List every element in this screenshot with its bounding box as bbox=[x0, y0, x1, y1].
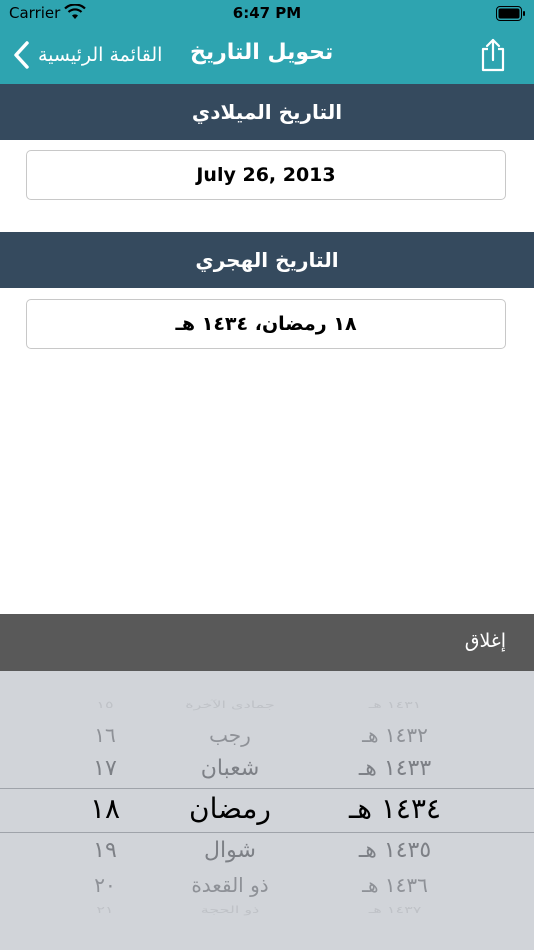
back-button[interactable]: القائمة الرئيسية bbox=[12, 38, 162, 72]
month-option[interactable]: شعبان bbox=[140, 756, 320, 781]
day-option[interactable]: ١٧ bbox=[60, 756, 150, 781]
navigation-bar: القائمة الرئيسية تحويل التاريخ bbox=[0, 28, 534, 84]
status-bar: Carrier 6:47 PM bbox=[0, 0, 534, 28]
year-option-selected[interactable]: ١٤٣٤ هـ bbox=[330, 792, 460, 825]
month-option-selected[interactable]: رمضان bbox=[140, 792, 320, 825]
month-option[interactable]: جمادى الآخرة bbox=[140, 699, 320, 710]
year-option[interactable]: ١٤٣٧ هـ bbox=[330, 904, 460, 915]
year-option[interactable]: ١٤٣٢ هـ bbox=[330, 723, 460, 747]
page-title: تحويل التاريخ bbox=[190, 40, 334, 65]
hijri-section-header: التاريخ الهجري bbox=[0, 232, 534, 288]
back-button-label: القائمة الرئيسية bbox=[38, 44, 163, 66]
gregorian-date-field[interactable]: July 26, 2013 bbox=[26, 150, 506, 200]
month-option[interactable]: ذو الحجة bbox=[140, 904, 320, 915]
day-option[interactable]: ١٥ bbox=[60, 699, 150, 710]
year-option[interactable]: ١٤٣٥ هـ bbox=[330, 838, 460, 863]
year-wheel[interactable]: ١٤٣١ هـ ١٤٣٢ هـ ١٤٣٣ هـ ١٤٣٤ هـ ١٤٣٥ هـ … bbox=[330, 671, 460, 950]
day-option[interactable]: ٢٠ bbox=[60, 873, 150, 897]
hijri-date-field[interactable]: ١٨ رمضان، ١٤٣٤ هـ bbox=[26, 299, 506, 349]
day-option-selected[interactable]: ١٨ bbox=[60, 792, 150, 825]
gregorian-section-header: التاريخ الميلادي bbox=[0, 84, 534, 140]
year-option[interactable]: ١٤٣٣ هـ bbox=[330, 756, 460, 781]
day-option[interactable]: ١٩ bbox=[60, 838, 150, 863]
day-wheel[interactable]: ١٥ ١٦ ١٧ ١٨ ١٩ ٢٠ ٢١ bbox=[60, 671, 150, 950]
close-button[interactable]: إغلاق bbox=[465, 630, 506, 652]
battery-icon bbox=[496, 6, 525, 21]
year-option[interactable]: ١٤٣١ هـ bbox=[330, 699, 460, 710]
clock: 6:47 PM bbox=[232, 4, 302, 22]
month-option[interactable]: رجب bbox=[140, 723, 320, 747]
month-option[interactable]: شوال bbox=[140, 838, 320, 863]
day-option[interactable]: ١٦ bbox=[60, 723, 150, 747]
share-icon[interactable] bbox=[478, 38, 508, 72]
day-option[interactable]: ٢١ bbox=[60, 904, 150, 915]
chevron-left-icon bbox=[14, 41, 29, 69]
month-option[interactable]: ذو القعدة bbox=[140, 873, 320, 897]
picker-toolbar: إغلاق bbox=[0, 614, 534, 671]
hijri-date-picker[interactable]: ١٥ ١٦ ١٧ ١٨ ١٩ ٢٠ ٢١ جمادى الآخرة رجب شع… bbox=[0, 671, 534, 950]
month-wheel[interactable]: جمادى الآخرة رجب شعبان رمضان شوال ذو الق… bbox=[140, 671, 320, 950]
year-option[interactable]: ١٤٣٦ هـ bbox=[330, 873, 460, 897]
